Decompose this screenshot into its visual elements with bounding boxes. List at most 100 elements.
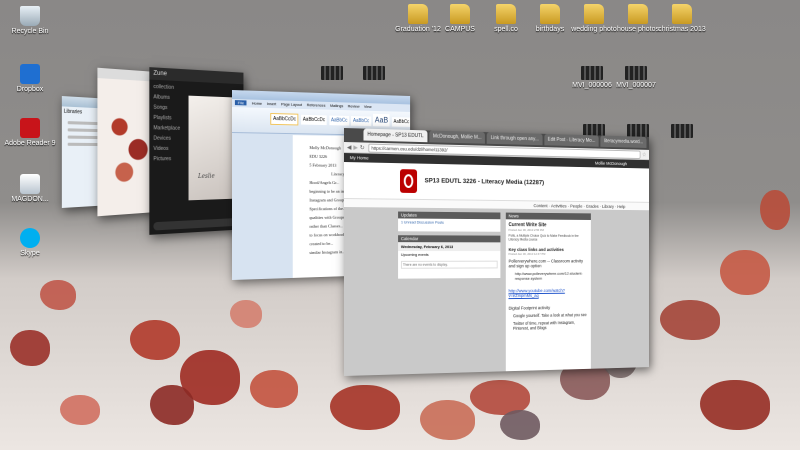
upcoming-events: Upcoming events: [400, 252, 429, 257]
playback-controls[interactable]: [153, 217, 240, 231]
footprint-item: Google yourself. Take a look at what you…: [513, 312, 587, 319]
desktop-video[interactable]: [656, 124, 708, 140]
wallpaper-leaf: [10, 330, 50, 366]
wallpaper-leaf: [720, 250, 770, 295]
adobe-reader-icon: [20, 118, 40, 138]
music-sidebar: collection Albums Songs Playlists Market…: [149, 82, 186, 165]
music-nav-item[interactable]: Devices: [153, 133, 186, 143]
menu-people[interactable]: People: [570, 204, 582, 209]
news-link-heading: Key class links and activities: [508, 247, 564, 252]
folder-label: wedding photo: [571, 26, 617, 33]
desktop-icon-label: Recycle Bin: [11, 28, 49, 35]
ribbon-tab-review[interactable]: Review: [348, 104, 360, 109]
folder-icon: [628, 4, 648, 24]
ribbon-tab-mailings[interactable]: Mailings: [330, 103, 343, 108]
video-thumbnail-icon: [671, 124, 693, 138]
menu-activities[interactable]: Activities: [551, 203, 567, 208]
reload-icon[interactable]: ↻: [360, 144, 365, 151]
browser-window[interactable]: Homepage - SP13 EDUTL McDonough, Mollie M…: [344, 128, 649, 376]
no-events: There are no events to display.: [400, 260, 498, 269]
style-preset[interactable]: AaBbCcDc: [300, 114, 327, 126]
wallpaper-leaf: [760, 190, 790, 230]
browser-tab[interactable]: literacymedia.word...: [600, 135, 647, 149]
music-nav-item[interactable]: Videos: [153, 144, 186, 154]
wallpaper-leaf: [250, 370, 298, 408]
news-blurb: Polls, a Multiple Choice Quiz to Make Fe…: [508, 233, 579, 242]
calendar-panel: Calendar Wednesday, February 6, 2013 Upc…: [398, 235, 501, 279]
course-header: SP13 EDUTL 3226 - Literacy Media (12287): [344, 162, 649, 203]
ribbon-tab-layout[interactable]: Page Layout: [281, 101, 302, 107]
style-preset[interactable]: AaBbCc: [351, 116, 372, 127]
my-home-link[interactable]: My Home: [350, 155, 369, 160]
style-preset[interactable]: AaBbCc: [391, 117, 411, 127]
address-text: https://carmen.osu.edu/d2l/home/11392/: [371, 145, 448, 153]
ribbon-tab-file[interactable]: File: [234, 100, 247, 106]
music-nav-item[interactable]: Marketplace: [153, 123, 186, 134]
desktop-icon-label: Adobe Reader 9: [4, 140, 56, 147]
wallpaper-leaf: [330, 385, 400, 430]
video-label: MVI_000007: [616, 82, 656, 89]
calendar-date: Wednesday, February 6, 2013: [398, 242, 501, 252]
skype-icon: [20, 228, 40, 248]
skype-shortcut[interactable]: Skype: [4, 228, 56, 257]
ribbon-tab-view[interactable]: View: [364, 104, 372, 109]
browser-tab[interactable]: Edit Post - Literacy Mo...: [544, 133, 599, 147]
music-nav-item[interactable]: Playlists: [153, 113, 186, 124]
osu-logo[interactable]: [399, 169, 418, 194]
desktop-video[interactable]: [348, 66, 400, 82]
menu-library[interactable]: Library: [602, 204, 614, 209]
desktop-folder[interactable]: christmas 2013: [656, 4, 708, 33]
footprint-item: Twitter of time, repeat with Instagram, …: [513, 320, 576, 331]
video-link[interactable]: http://www.youtube.com/watch?v=eZmpmMs_a…: [506, 280, 591, 298]
desktop-folder[interactable]: CAMPUS: [434, 4, 486, 33]
ribbon-tab-insert[interactable]: Insert: [267, 101, 276, 106]
desktop-icon-label: Skype: [20, 250, 40, 257]
ribbon-tab-references[interactable]: References: [307, 102, 326, 107]
page-body: Updates 1 Unread Discussion Posts Calend…: [344, 207, 649, 376]
menu-content[interactable]: Content: [534, 203, 548, 208]
browser-tab[interactable]: Homepage - SP13 EDUTL: [363, 128, 428, 143]
recycle-bin-shortcut[interactable]: Recycle Bin: [4, 6, 56, 35]
wallpaper-leaf: [420, 400, 475, 440]
dropbox-icon: [20, 64, 40, 84]
browser-tab[interactable]: McDonough, Mollie M...: [429, 130, 486, 144]
style-preset[interactable]: AaBbCc: [329, 115, 350, 126]
wallpaper-leaf: [500, 410, 540, 440]
dropbox-shortcut[interactable]: Dropbox: [4, 64, 56, 93]
wallpaper-leaf: [230, 300, 262, 328]
menu-help[interactable]: Help: [617, 204, 625, 209]
folder-label: house photos: [616, 26, 660, 33]
browser-tab[interactable]: Link through open any...: [487, 132, 543, 146]
updates-item[interactable]: 1 Unread Discussion Posts: [398, 218, 500, 227]
folder-icon: [408, 4, 428, 24]
video-thumbnail-icon: [581, 66, 603, 80]
wallpaper-leaf: [150, 385, 194, 425]
adobe-reader-shortcut[interactable]: Adobe Reader 9: [4, 118, 56, 147]
back-icon[interactable]: ◀: [347, 144, 352, 151]
album-art: Leslie: [188, 95, 237, 201]
news-line: http://www.polleverywhere.com/12-student…: [514, 270, 583, 281]
music-nav-item[interactable]: Pictures: [153, 154, 186, 164]
ribbon-tab-home[interactable]: Home: [252, 101, 262, 106]
star-icon[interactable]: ☆: [642, 151, 647, 158]
magdon-shortcut[interactable]: MAGDON...: [4, 174, 56, 203]
style-preset[interactable]: AaBbCcDc: [270, 112, 299, 126]
style-preset[interactable]: AaB: [373, 113, 390, 127]
video-thumbnail-icon: [363, 66, 385, 80]
video-thumbnail-icon: [625, 66, 647, 80]
news-line: Pollerverywhere.com -- Classroom activit…: [508, 258, 584, 269]
desktop-video[interactable]: MVI_000007: [610, 66, 662, 89]
music-app-title: Zune: [153, 70, 167, 78]
folder-label: birthdays: [535, 26, 565, 33]
menu-grades[interactable]: Grades: [586, 204, 599, 209]
forward-icon[interactable]: ▶: [353, 144, 357, 151]
logo-ring: [403, 174, 414, 189]
folder-icon: [672, 4, 692, 24]
wallpaper-leaf: [660, 300, 720, 340]
music-player-window[interactable]: Zune collection Albums Songs Playlists M…: [149, 67, 244, 235]
wallpaper-leaf: [700, 380, 770, 430]
album-caption: Leslie: [198, 172, 215, 180]
folder-label: CAMPUS: [445, 26, 475, 33]
folder-icon: [584, 4, 604, 24]
wallpaper-leaf: [130, 320, 180, 360]
